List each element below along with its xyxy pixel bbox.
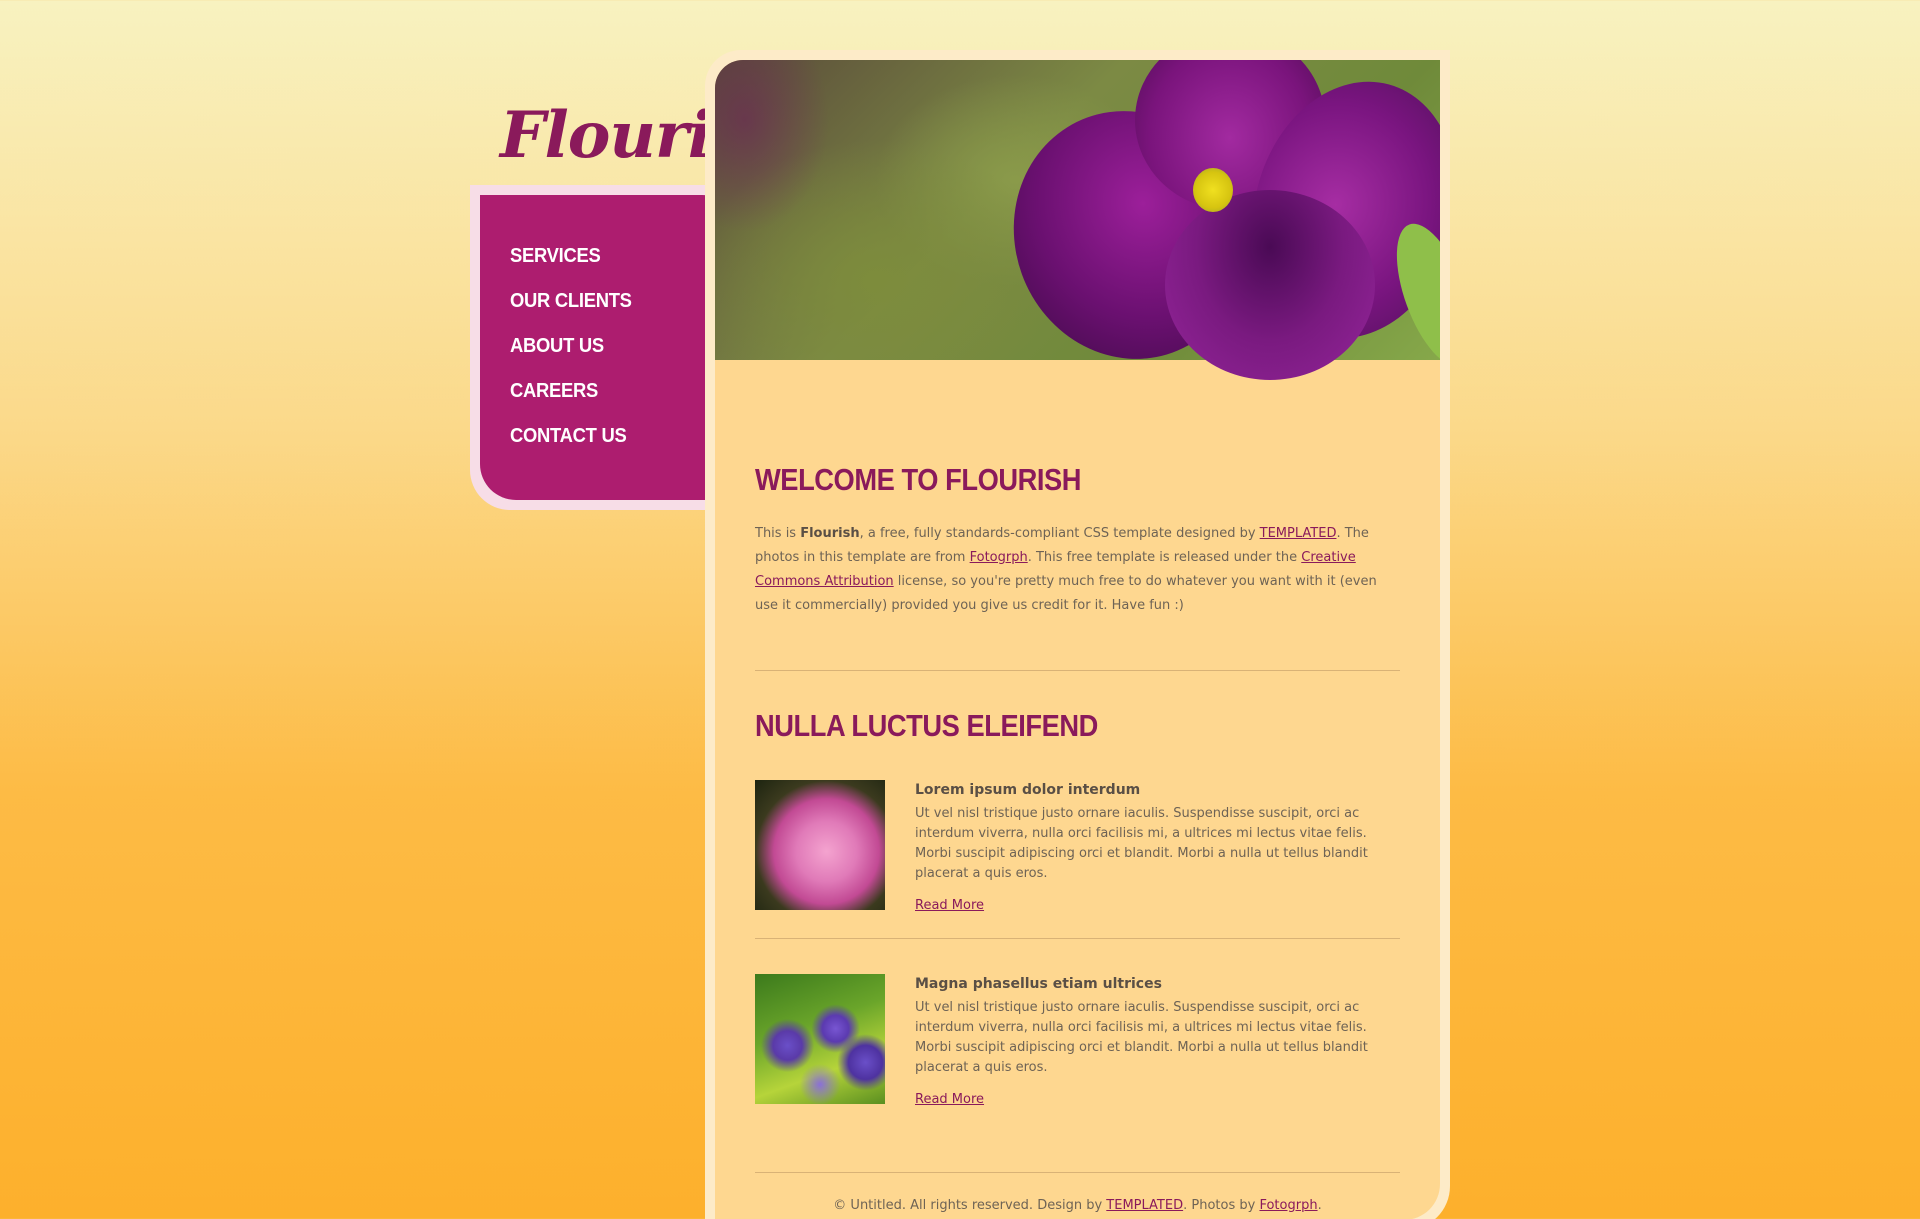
nav-item-services[interactable]: Services [510,243,712,288]
section-heading: Nulla Luctus Eleifend [755,708,1098,743]
nav-item-contact-us[interactable]: Contact Us [510,423,712,468]
nav-item-careers[interactable]: Careers [510,378,712,423]
intro-text: . This free template is released under t… [1027,550,1302,565]
site-logo[interactable]: Flourish [500,96,793,176]
footer-text: . Photos by [1183,1198,1260,1213]
divider [755,670,1400,671]
templated-link[interactable]: TEMPLATED [1260,526,1337,541]
intro-paragraph: This is Flourish, a free, fully standard… [755,522,1400,618]
petal-shape [1165,190,1375,380]
item-title: Magna phasellus etiam ultrices [915,976,1162,992]
intro-text: This is [755,526,801,541]
hero-image [715,60,1440,392]
footer-fotogrph-link[interactable]: Fotogrph [1259,1198,1317,1213]
list-item: Lorem ipsum dolor interdum Ut vel nisl t… [755,780,1400,913]
footer-text: . [1317,1198,1322,1213]
divider [755,1172,1400,1173]
item-title: Lorem ipsum dolor interdum [915,782,1141,798]
nav-item-about-us[interactable]: About Us [510,333,712,378]
nav-item-our-clients[interactable]: Our Clients [510,288,712,333]
divider [755,938,1400,939]
catmint-thumbnail[interactable] [755,974,885,1104]
footer-templated-link[interactable]: TEMPLATED [1106,1198,1183,1213]
footer: © Untitled. All rights reserved. Design … [755,1198,1400,1213]
main-panel: Welcome to Flourish This is Flourish, a … [715,60,1440,1219]
intro-text: , a free, fully standards-compliant CSS … [859,526,1260,541]
footer-text: © Untitled. All rights reserved. Design … [833,1198,1107,1213]
main-nav: Services Our Clients About Us Careers Co… [480,195,730,500]
sidebar-frame: Services Our Clients About Us Careers Co… [470,185,740,510]
item-body: Ut vel nisl tristique justo ornare iacul… [915,1000,1368,1075]
page-wrapper: Flourish Services Our Clients About Us C… [470,0,1450,1219]
read-more-link[interactable]: Read More [915,1092,984,1107]
main-panel-frame: Welcome to Flourish This is Flourish, a … [705,50,1450,1219]
fotogrph-link[interactable]: Fotogrph [970,550,1028,565]
item-text: Lorem ipsum dolor interdum Ut vel nisl t… [915,780,1400,913]
list-item: Magna phasellus etiam ultrices Ut vel ni… [755,974,1400,1107]
welcome-heading: Welcome to Flourish [755,462,1082,497]
intro-brand: Flourish [800,526,860,541]
item-body: Ut vel nisl tristique justo ornare iacul… [915,806,1368,881]
item-text: Magna phasellus etiam ultrices Ut vel ni… [915,974,1400,1107]
read-more-link[interactable]: Read More [915,898,984,913]
thistle-thumbnail[interactable] [755,780,885,910]
flower-center [1193,168,1233,212]
